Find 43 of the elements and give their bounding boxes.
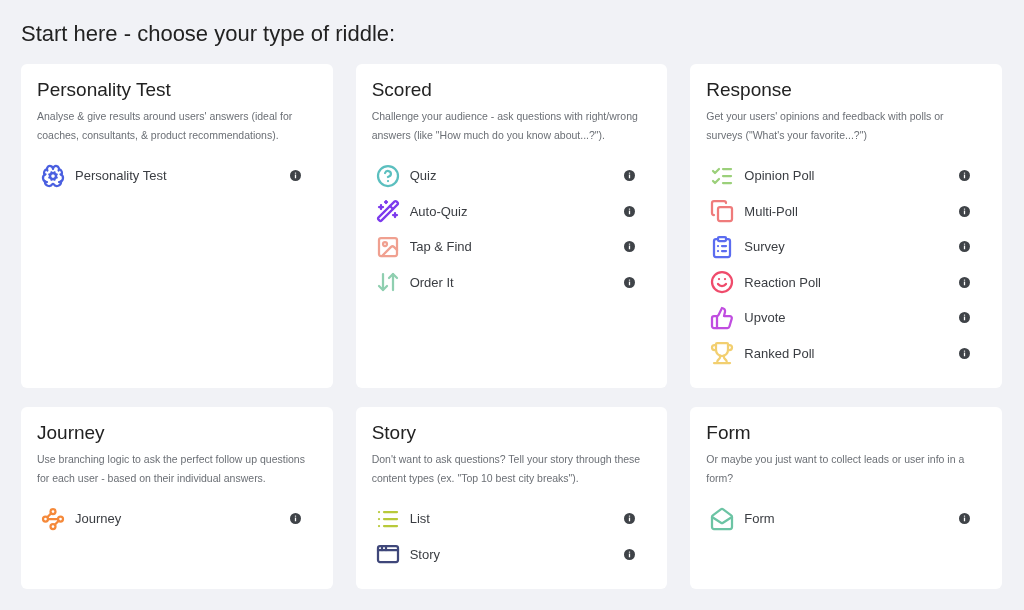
info-icon[interactable] <box>959 347 970 359</box>
riddle-type-option[interactable]: Multi-Poll <box>744 201 959 221</box>
riddle-type-option[interactable]: Reaction Poll <box>744 272 959 292</box>
info-icon[interactable] <box>289 170 301 182</box>
page-heading: Start here - choose your type of riddle: <box>21 20 397 48</box>
riddle-type-option[interactable]: Ranked Poll <box>744 343 959 363</box>
info-icon[interactable] <box>959 205 970 217</box>
card-title: Story <box>371 421 417 445</box>
riddle-type-option[interactable]: Quiz <box>409 166 625 186</box>
card-title: Response <box>706 78 793 102</box>
card-description: Challenge your audience - ask questions with right/wrong answers (like "How much do you know about...?"). <box>371 109 639 143</box>
info-icon[interactable] <box>624 513 636 525</box>
info-icon[interactable] <box>959 312 970 324</box>
info-icon[interactable] <box>624 170 636 182</box>
card-description: Or maybe you just want to collect leads or user info in a form? <box>706 452 966 486</box>
info-icon[interactable] <box>624 276 636 288</box>
card-title: Journey <box>37 421 106 445</box>
info-icon[interactable] <box>624 241 636 253</box>
riddle-type-option[interactable]: Form <box>744 509 959 529</box>
info-icon[interactable] <box>959 276 970 288</box>
info-icon[interactable] <box>289 513 301 525</box>
riddle-type-option[interactable]: Story <box>409 544 625 564</box>
riddle-type-option[interactable]: Survey <box>744 237 959 257</box>
card-title: Scored <box>371 78 433 102</box>
riddle-type-option[interactable]: Tap & Find <box>409 237 625 257</box>
info-icon[interactable] <box>959 513 970 525</box>
riddle-type-option[interactable]: Journey <box>75 509 290 529</box>
info-icon[interactable] <box>624 205 636 217</box>
info-icon[interactable] <box>624 548 636 560</box>
riddle-type-option[interactable]: Opinion Poll <box>744 166 959 186</box>
riddle-type-option[interactable]: Auto-Quiz <box>409 201 625 221</box>
info-icon[interactable] <box>959 170 970 182</box>
card-description: Analyse & give results around users' answers (ideal for coaches, consultants, & product recommendations). <box>37 109 294 143</box>
card-title: Personality Test <box>37 78 172 102</box>
riddle-type-option[interactable]: Personality Test <box>75 166 290 186</box>
info-icon[interactable] <box>959 241 970 253</box>
riddle-type-option[interactable]: Order It <box>409 272 625 292</box>
card-title: Form <box>706 421 752 445</box>
riddle-type-option[interactable]: List <box>409 509 625 529</box>
card-description: Get your users' opinions and feedback with polls or surveys ("What's your favorite...?") <box>706 109 945 143</box>
card-description: Use branching logic to ask the perfect follow up questions for each user - based on their individual answers. <box>37 452 306 486</box>
riddle-type-option[interactable]: Upvote <box>744 308 959 328</box>
card-description: Don't want to ask questions? Tell your story through these content types (ex. "Top 10 best city breaks"). <box>371 452 642 486</box>
